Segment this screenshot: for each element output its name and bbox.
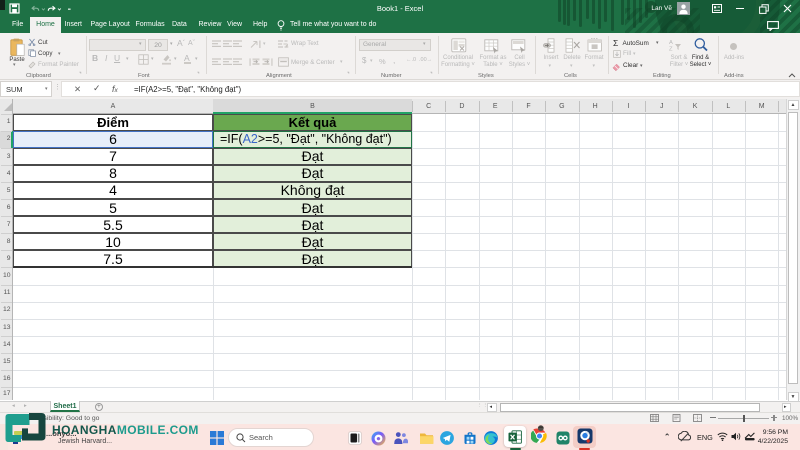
svg-text:Z: Z (669, 46, 673, 51)
svg-text:A: A (669, 40, 673, 46)
